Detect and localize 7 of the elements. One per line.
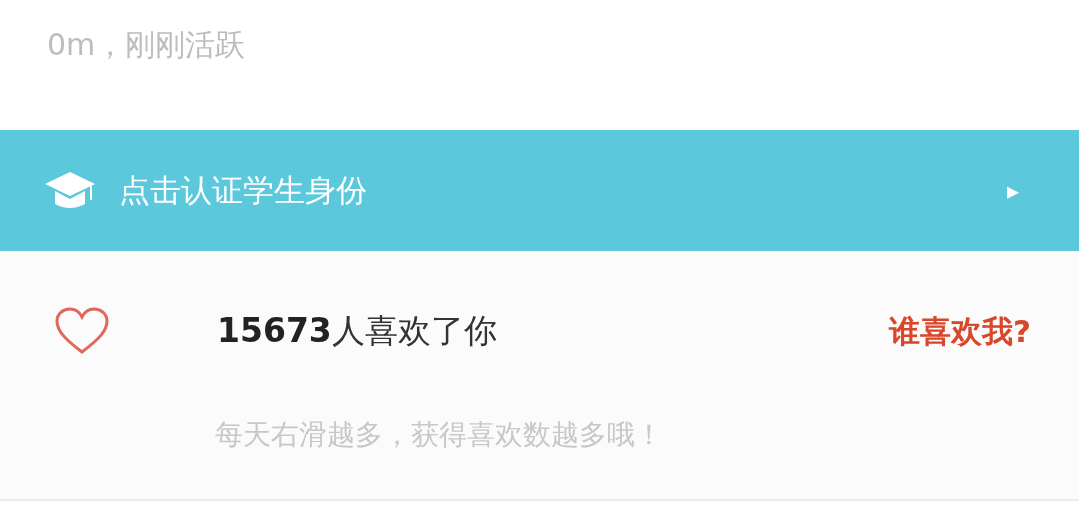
arrow-icon: ▸ (1006, 172, 1019, 209)
who-likes-me-link[interactable]: 谁喜欢我? (889, 307, 1031, 354)
likes-count-text: 15673人喜欢了你 (217, 310, 497, 352)
graduation-cap-icon (45, 171, 95, 210)
verify-student-label: 点击认证学生身份 (119, 171, 367, 211)
activity-status: 0m，刚刚活跃 (47, 27, 246, 62)
heart-icon (55, 306, 109, 355)
